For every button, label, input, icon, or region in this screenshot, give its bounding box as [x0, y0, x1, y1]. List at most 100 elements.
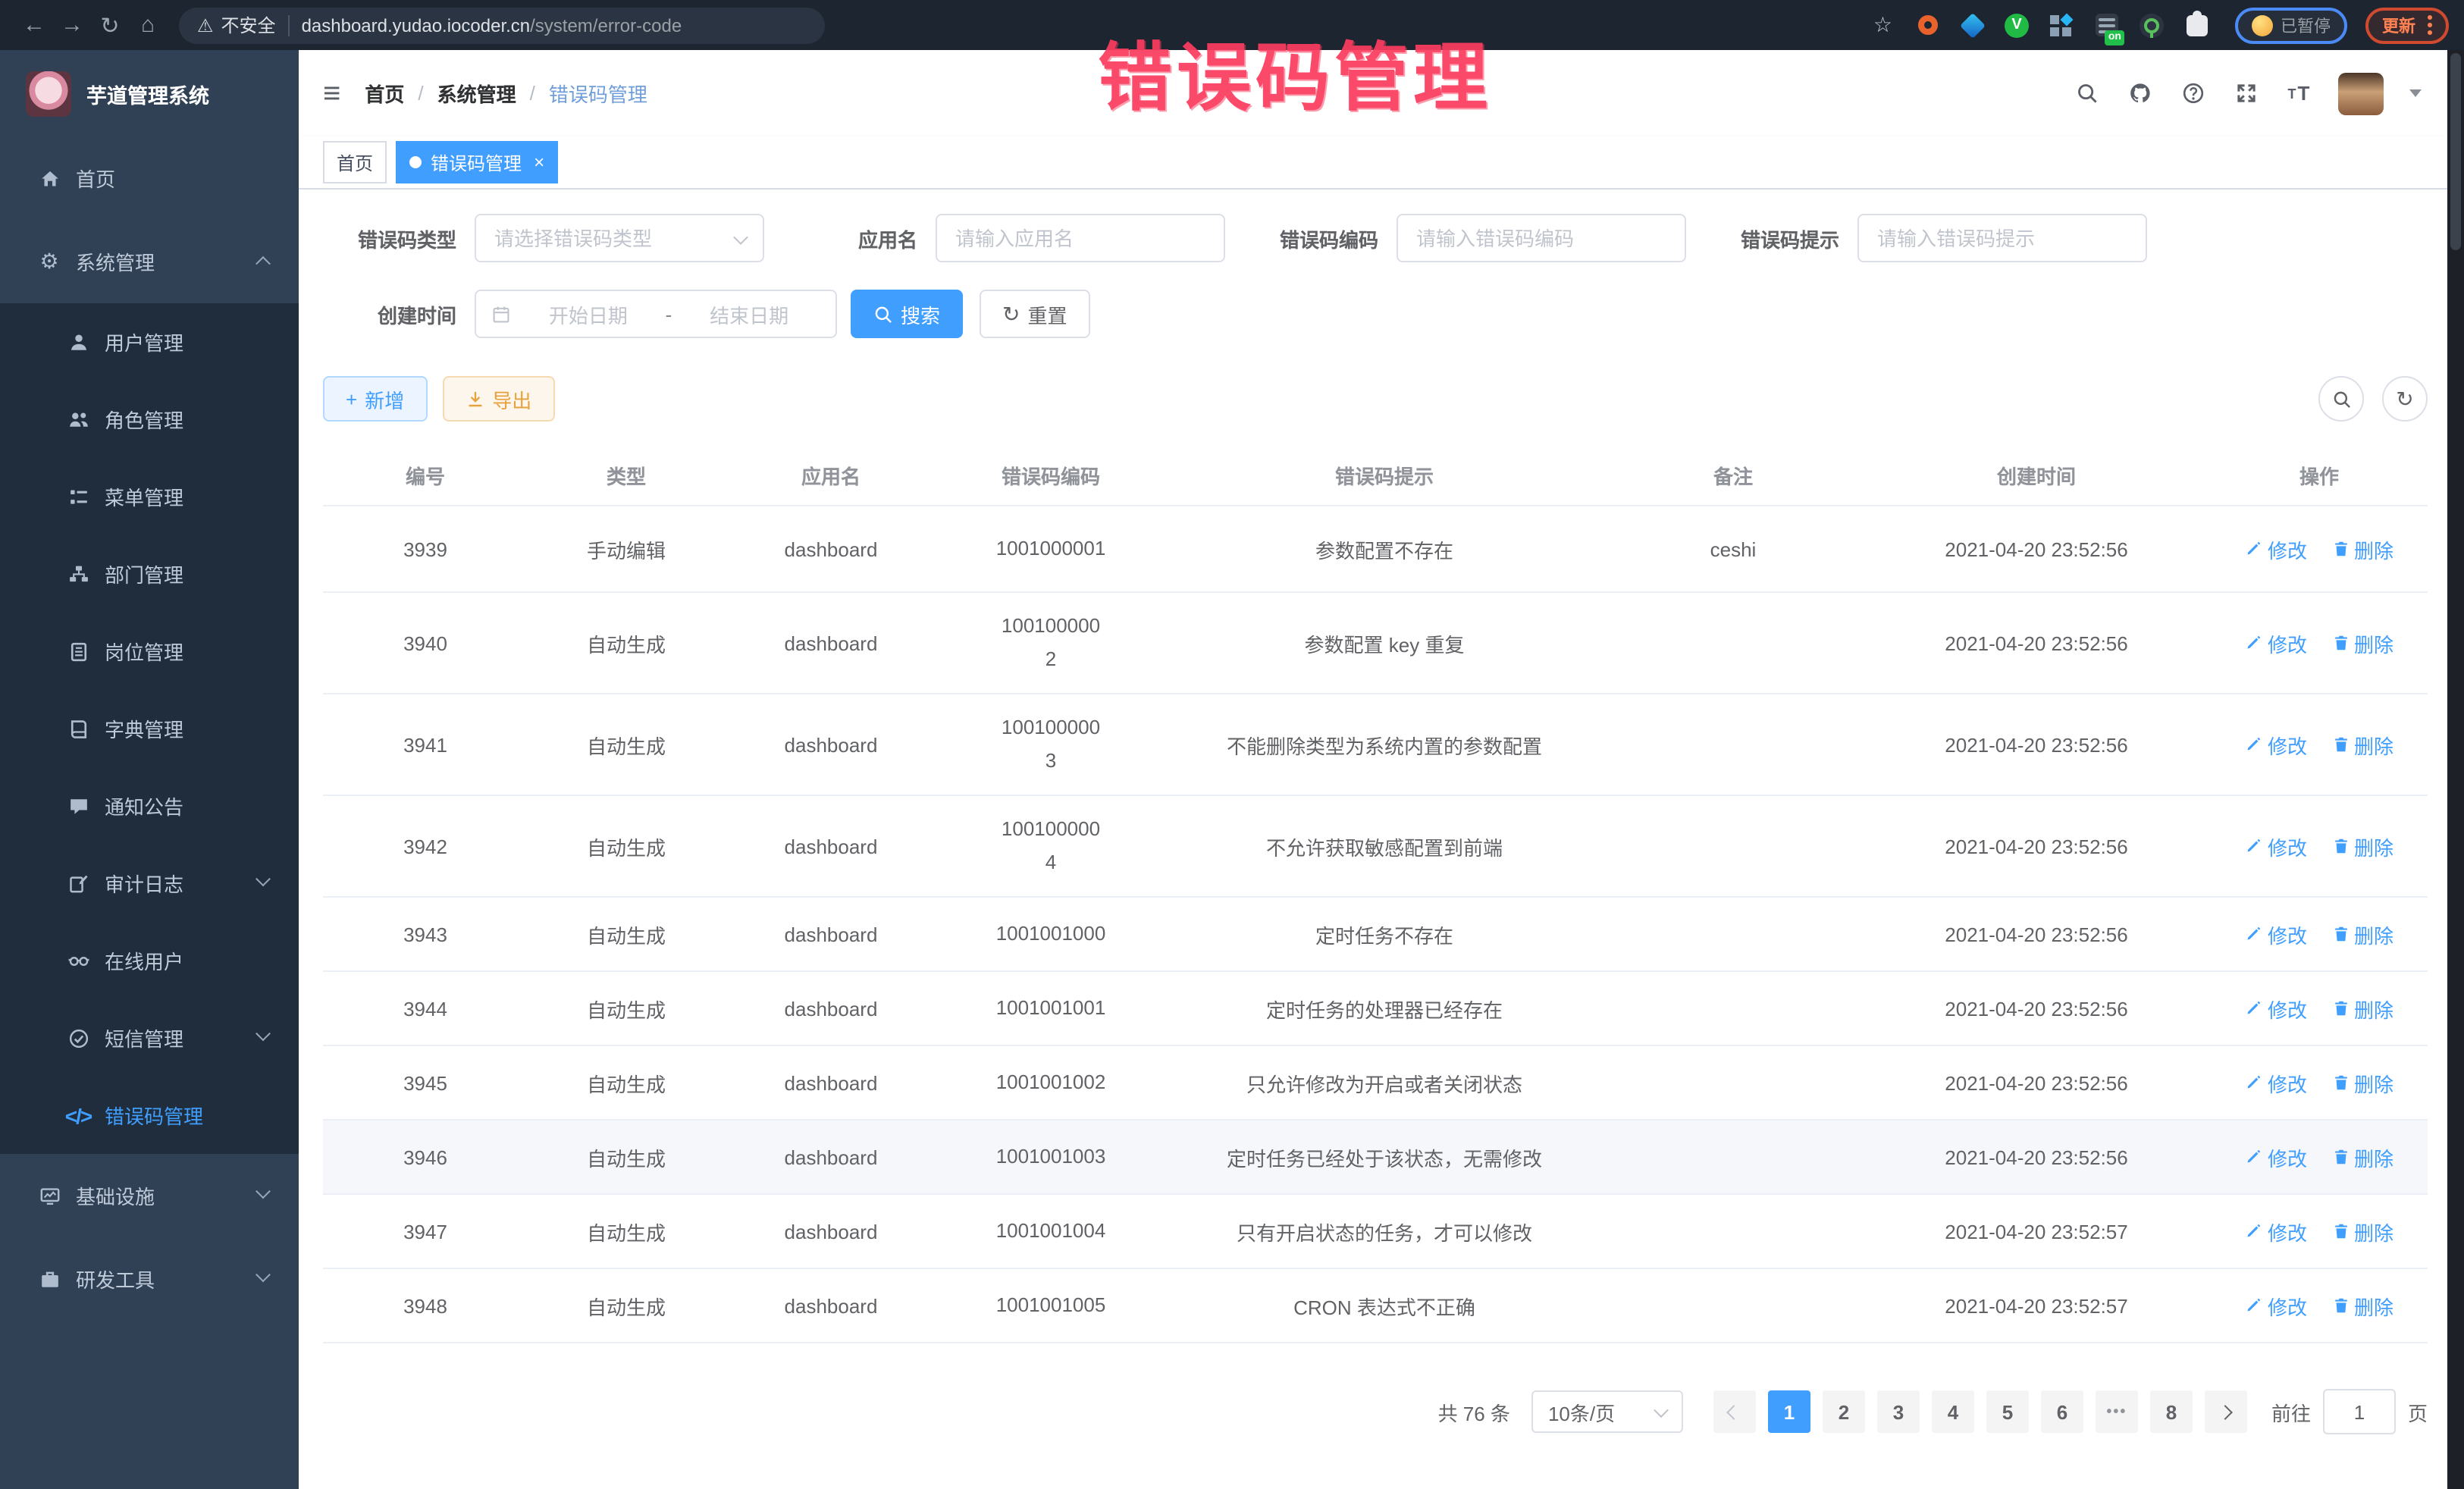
app-name-input[interactable] — [936, 214, 1225, 262]
page-button[interactable]: 2 — [1823, 1390, 1865, 1433]
edit-button[interactable]: 修改 — [2245, 994, 2307, 1023]
add-button[interactable]: + 新增 — [323, 376, 427, 422]
dept-icon — [65, 563, 91, 585]
edit-button[interactable]: 修改 — [2245, 832, 2307, 860]
adblock-extension-icon[interactable] — [1914, 11, 1941, 39]
sidebar-item-dev-tools[interactable]: 研发工具 — [0, 1237, 299, 1321]
edit-button[interactable]: 修改 — [2245, 1068, 2307, 1097]
page-size-select[interactable]: 10条/页 — [1531, 1390, 1683, 1433]
delete-button[interactable]: 删除 — [2331, 1068, 2393, 1097]
key-extension-icon[interactable] — [2138, 11, 2165, 39]
profile-paused-badge[interactable]: 已暂停 — [2235, 7, 2347, 43]
cell-message: 参数配置 key 重复 — [1165, 629, 1604, 657]
page-button[interactable]: 3 — [1877, 1390, 1920, 1433]
close-icon[interactable]: × — [534, 153, 544, 171]
gem-extension-icon[interactable] — [1959, 11, 1986, 39]
delete-button[interactable]: 删除 — [2331, 730, 2393, 759]
reset-button[interactable]: ↻ 重置 — [980, 290, 1090, 338]
edit-button[interactable]: 修改 — [2245, 730, 2307, 759]
bookmark-star-icon[interactable]: ☆ — [1873, 12, 1892, 38]
page-button[interactable]: 4 — [1932, 1390, 1974, 1433]
breadcrumb-home[interactable]: 首页 — [365, 79, 404, 108]
github-icon[interactable] — [2126, 80, 2153, 107]
pager-prev-button[interactable] — [1713, 1390, 1756, 1433]
export-button[interactable]: 导出 — [442, 376, 554, 422]
page-button[interactable]: 5 — [1986, 1390, 2029, 1433]
browser-back-icon[interactable]: ← — [15, 6, 53, 44]
pager-more-button[interactable]: ••• — [2096, 1390, 2138, 1433]
sidebar-item-online-users[interactable]: 在线用户 — [0, 922, 299, 999]
browser-reload-icon[interactable]: ↻ — [91, 6, 129, 44]
edit-button[interactable]: 修改 — [2245, 534, 2307, 563]
sidebar-item-role-mgmt[interactable]: 角色管理 — [0, 381, 299, 458]
delete-button[interactable]: 删除 — [2331, 1291, 2393, 1320]
search-button[interactable]: 搜索 — [851, 290, 963, 338]
page-button[interactable]: 6 — [2041, 1390, 2083, 1433]
delete-button[interactable]: 删除 — [2331, 994, 2393, 1023]
sidebar-logo[interactable]: 芋道管理系统 — [0, 50, 299, 136]
date-range-picker[interactable]: 开始日期 - 结束日期 — [475, 290, 837, 338]
delete-button[interactable]: 删除 — [2331, 534, 2393, 563]
delete-button[interactable]: 删除 — [2331, 832, 2393, 860]
search-icon[interactable] — [2073, 80, 2100, 107]
proxy-extension-icon[interactable]: on — [2093, 11, 2120, 39]
error-msg-input[interactable] — [1857, 214, 2147, 262]
end-date-placeholder[interactable]: 结束日期 — [678, 299, 820, 328]
sidebar-item-notice[interactable]: 通知公告 — [0, 767, 299, 845]
extensions-puzzle-icon[interactable] — [2183, 11, 2211, 39]
sidebar-item-menu-mgmt[interactable]: 菜单管理 — [0, 458, 299, 535]
error-type-select[interactable] — [475, 214, 764, 262]
sidebar-item-post-mgmt[interactable]: 岗位管理 — [0, 613, 299, 690]
jump-page-input[interactable] — [2323, 1389, 2396, 1434]
browser-home-icon[interactable]: ⌂ — [129, 6, 167, 44]
fullscreen-icon[interactable] — [2232, 80, 2259, 107]
sidebar-item-user-mgmt[interactable]: 用户管理 — [0, 303, 299, 381]
refresh-table-button[interactable]: ↻ — [2382, 376, 2428, 422]
start-date-placeholder[interactable]: 开始日期 — [517, 299, 660, 328]
error-code-field[interactable] — [1397, 214, 1686, 262]
breadcrumb-system[interactable]: 系统管理 — [437, 79, 516, 108]
sidebar-item-system-mgmt[interactable]: ⚙系统管理 — [0, 220, 299, 303]
app-name-field[interactable] — [936, 214, 1225, 262]
sidebar-item-sms-mgmt[interactable]: 短信管理 — [0, 999, 299, 1077]
sidebar-item-dict-mgmt[interactable]: 字典管理 — [0, 690, 299, 767]
error-msg-field[interactable] — [1857, 214, 2147, 262]
edit-button[interactable]: 修改 — [2245, 1217, 2307, 1246]
delete-button[interactable]: 删除 — [2331, 920, 2393, 948]
page-button[interactable]: 8 — [2150, 1390, 2193, 1433]
edit-button[interactable]: 修改 — [2245, 1291, 2307, 1320]
error-type-input[interactable] — [475, 214, 764, 262]
plus-icon: + — [346, 387, 357, 410]
delete-button[interactable]: 删除 — [2331, 1217, 2393, 1246]
help-icon[interactable] — [2179, 80, 2206, 107]
edit-button[interactable]: 修改 — [2245, 629, 2307, 657]
sidebar-item-audit-log[interactable]: 审计日志 — [0, 845, 299, 922]
tab-item[interactable]: 首页 — [323, 141, 387, 183]
pager-next-button[interactable] — [2205, 1390, 2247, 1433]
delete-button[interactable]: 删除 — [2331, 629, 2393, 657]
error-msg-label: 错误码提示 — [1706, 224, 1857, 252]
error-code-input[interactable] — [1397, 214, 1686, 262]
user-avatar[interactable] — [2338, 72, 2384, 114]
scrollbar-thumb[interactable] — [2450, 53, 2461, 250]
vue-devtools-extension-icon[interactable]: V — [2005, 13, 2029, 37]
address-bar[interactable]: ⚠ 不安全 dashboard.yudao.iocoder.cn/system/… — [179, 7, 825, 43]
grid-extension-icon[interactable] — [2047, 11, 2074, 39]
sidebar-item-home[interactable]: 首页 — [0, 136, 299, 220]
window-scrollbar[interactable] — [2447, 50, 2464, 1489]
browser-forward-icon[interactable]: → — [53, 6, 91, 44]
edit-button[interactable]: 修改 — [2245, 920, 2307, 948]
sidebar-item-infrastructure[interactable]: 基础设施 — [0, 1154, 299, 1237]
hamburger-icon[interactable]: ≡ — [323, 78, 340, 108]
sidebar-item-dept-mgmt[interactable]: 部门管理 — [0, 535, 299, 613]
chevron-down-icon[interactable] — [2409, 89, 2422, 97]
page-button[interactable]: 1 — [1768, 1390, 1810, 1433]
tab-active[interactable]: 错误码管理× — [396, 141, 558, 183]
browser-menu-icon[interactable] — [2428, 15, 2432, 35]
browser-update-button[interactable]: 更新 — [2365, 7, 2449, 43]
edit-button[interactable]: 修改 — [2245, 1143, 2307, 1171]
sidebar-item-error-code-mgmt[interactable]: </>错误码管理 — [0, 1077, 299, 1154]
delete-button[interactable]: 删除 — [2331, 1143, 2393, 1171]
show-search-button[interactable] — [2318, 376, 2364, 422]
font-size-icon[interactable]: TT — [2285, 80, 2312, 107]
